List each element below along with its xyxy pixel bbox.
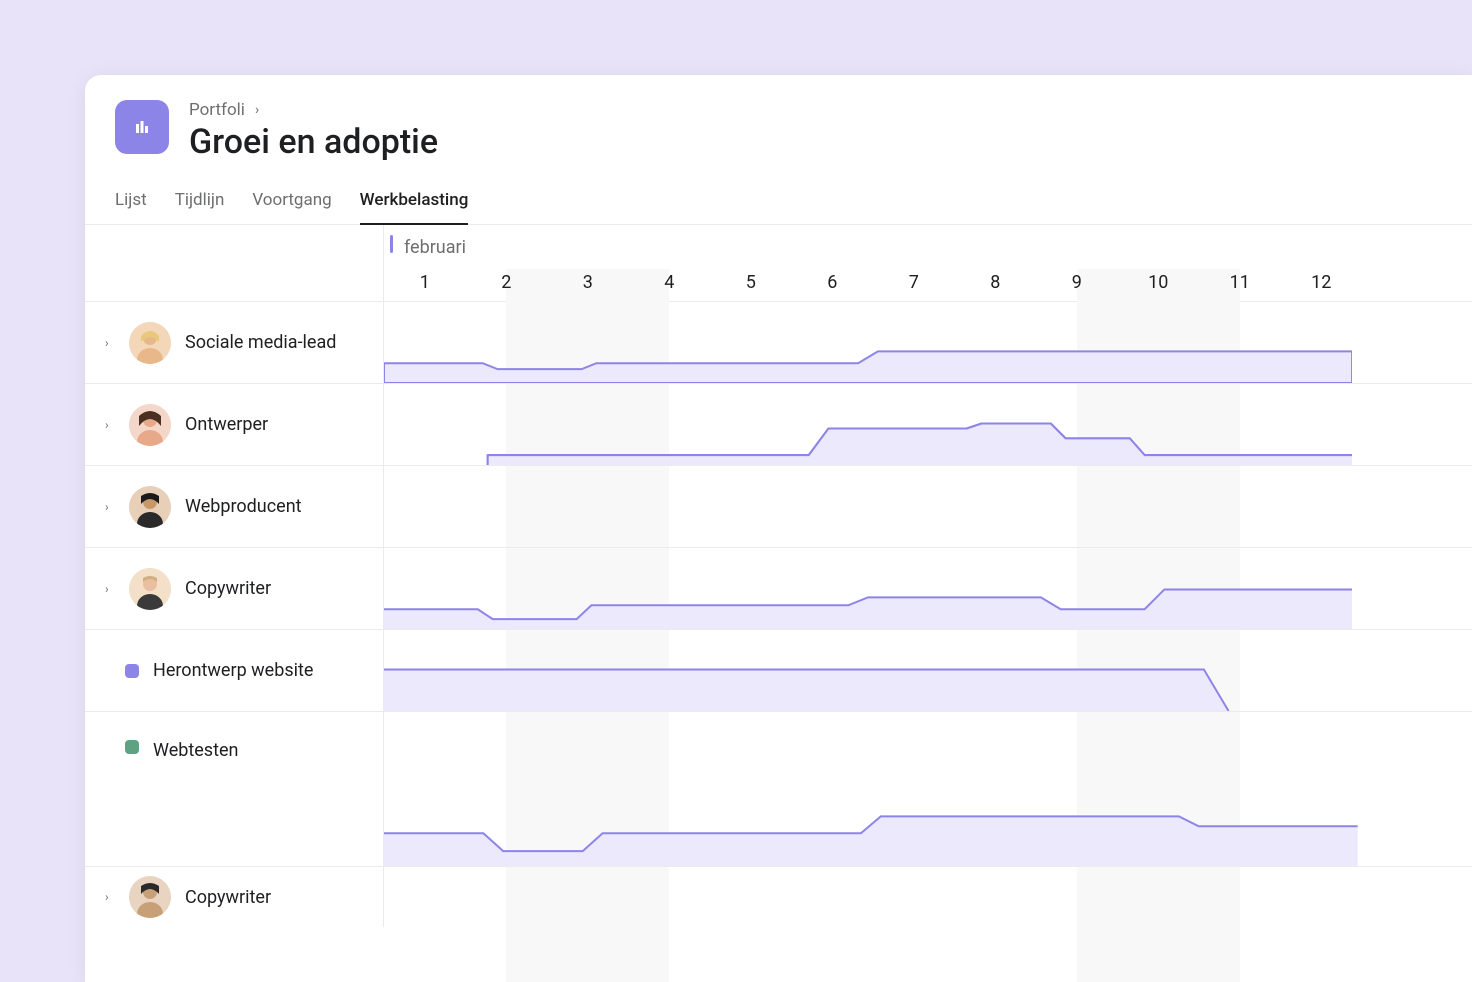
portfolio-folder-icon [115, 100, 169, 154]
date-col: 4 [629, 272, 711, 293]
project-color-dot [125, 740, 139, 754]
tab-tijdlijn[interactable]: Tijdlijn [175, 180, 225, 224]
date-col: 10 [1118, 272, 1200, 293]
chevron-right-icon[interactable]: › [105, 582, 115, 596]
chevron-right-icon[interactable]: › [105, 336, 115, 350]
row-label: Webproducent [185, 496, 302, 517]
chevron-right-icon[interactable]: › [105, 500, 115, 514]
chevron-right-icon[interactable]: › [105, 418, 115, 432]
workload-chart [384, 466, 1472, 547]
chevron-right-icon[interactable]: › [105, 890, 115, 904]
workload-row[interactable]: › Sociale media-lead [85, 302, 1472, 384]
row-label: Copywriter [185, 578, 271, 599]
tabs: Lijst Tijdlijn Voortgang Werkbelasting [85, 180, 1472, 225]
today-marker-icon [390, 235, 393, 253]
avatar [129, 486, 171, 528]
row-sidebar: › Copywriter [85, 548, 384, 629]
date-col: 1 [384, 272, 466, 293]
date-col: 2 [466, 272, 548, 293]
date-col: 7 [873, 272, 955, 293]
workload-sub-row[interactable]: Herontwerp website [85, 630, 1472, 712]
row-sidebar: › Copywriter [85, 867, 384, 927]
tab-lijst[interactable]: Lijst [115, 180, 147, 224]
row-sidebar: › Webproducent [85, 466, 384, 547]
breadcrumb-row: Portfoli › Groei en adoptie [115, 100, 1442, 162]
row-sidebar: Herontwerp website [85, 630, 384, 711]
breadcrumb[interactable]: Portfoli › [189, 100, 438, 120]
date-col: 3 [547, 272, 629, 293]
page-title: Groei en adoptie [189, 122, 438, 162]
workload-chart [384, 867, 1472, 927]
workload-chart [384, 384, 1472, 465]
date-col: 12 [1281, 272, 1363, 293]
row-sidebar: Webtesten [85, 712, 384, 866]
date-col: 8 [955, 272, 1037, 293]
workload-row[interactable]: › Copywriter [85, 548, 1472, 630]
workload-row[interactable]: › Copywriter [85, 867, 1472, 927]
workload-chart [384, 630, 1472, 711]
breadcrumb-parent[interactable]: Portfoli [189, 100, 245, 120]
row-sidebar: › Ontwerper [85, 384, 384, 465]
row-label: Copywriter [185, 887, 271, 908]
date-col: 11 [1199, 272, 1281, 293]
chevron-right-icon: › [255, 102, 259, 118]
row-label: Sociale media-lead [185, 332, 336, 353]
date-col: 6 [792, 272, 874, 293]
row-label: Ontwerper [185, 414, 268, 435]
app-window: Portfoli › Groei en adoptie Lijst Tijdli… [85, 75, 1472, 982]
date-numbers: 1 2 3 4 5 6 7 8 9 10 11 12 [384, 272, 1472, 293]
workload-chart [384, 712, 1472, 866]
workload-chart [384, 548, 1472, 629]
title-block: Portfoli › Groei en adoptie [189, 100, 438, 162]
workload-chart [384, 302, 1472, 383]
avatar [129, 404, 171, 446]
tab-werkbelasting[interactable]: Werkbelasting [360, 180, 469, 224]
workload-rows: › Sociale media-lead › [85, 302, 1472, 927]
avatar [129, 568, 171, 610]
header: Portfoli › Groei en adoptie [85, 75, 1472, 162]
row-sidebar: › Sociale media-lead [85, 302, 384, 383]
avatar [129, 876, 171, 918]
row-label: Webtesten [153, 740, 238, 761]
tab-voortgang[interactable]: Voortgang [252, 180, 331, 224]
timeline-header: februari 1 2 3 4 5 6 7 8 9 10 11 12 [85, 225, 1472, 302]
timeline-area: februari 1 2 3 4 5 6 7 8 9 10 11 12 [85, 225, 1472, 927]
workload-row[interactable]: › Webproducent [85, 466, 1472, 548]
avatar [129, 322, 171, 364]
workload-row[interactable]: › Ontwerper [85, 384, 1472, 466]
date-col: 5 [710, 272, 792, 293]
sidebar-header-spacer [85, 225, 384, 301]
workload-sub-row[interactable]: Webtesten [85, 712, 1472, 867]
date-col: 9 [1036, 272, 1118, 293]
row-label: Herontwerp website [153, 660, 313, 681]
project-color-dot [125, 664, 139, 678]
dates-area: februari 1 2 3 4 5 6 7 8 9 10 11 12 [384, 225, 1472, 301]
month-label: februari [404, 237, 466, 258]
